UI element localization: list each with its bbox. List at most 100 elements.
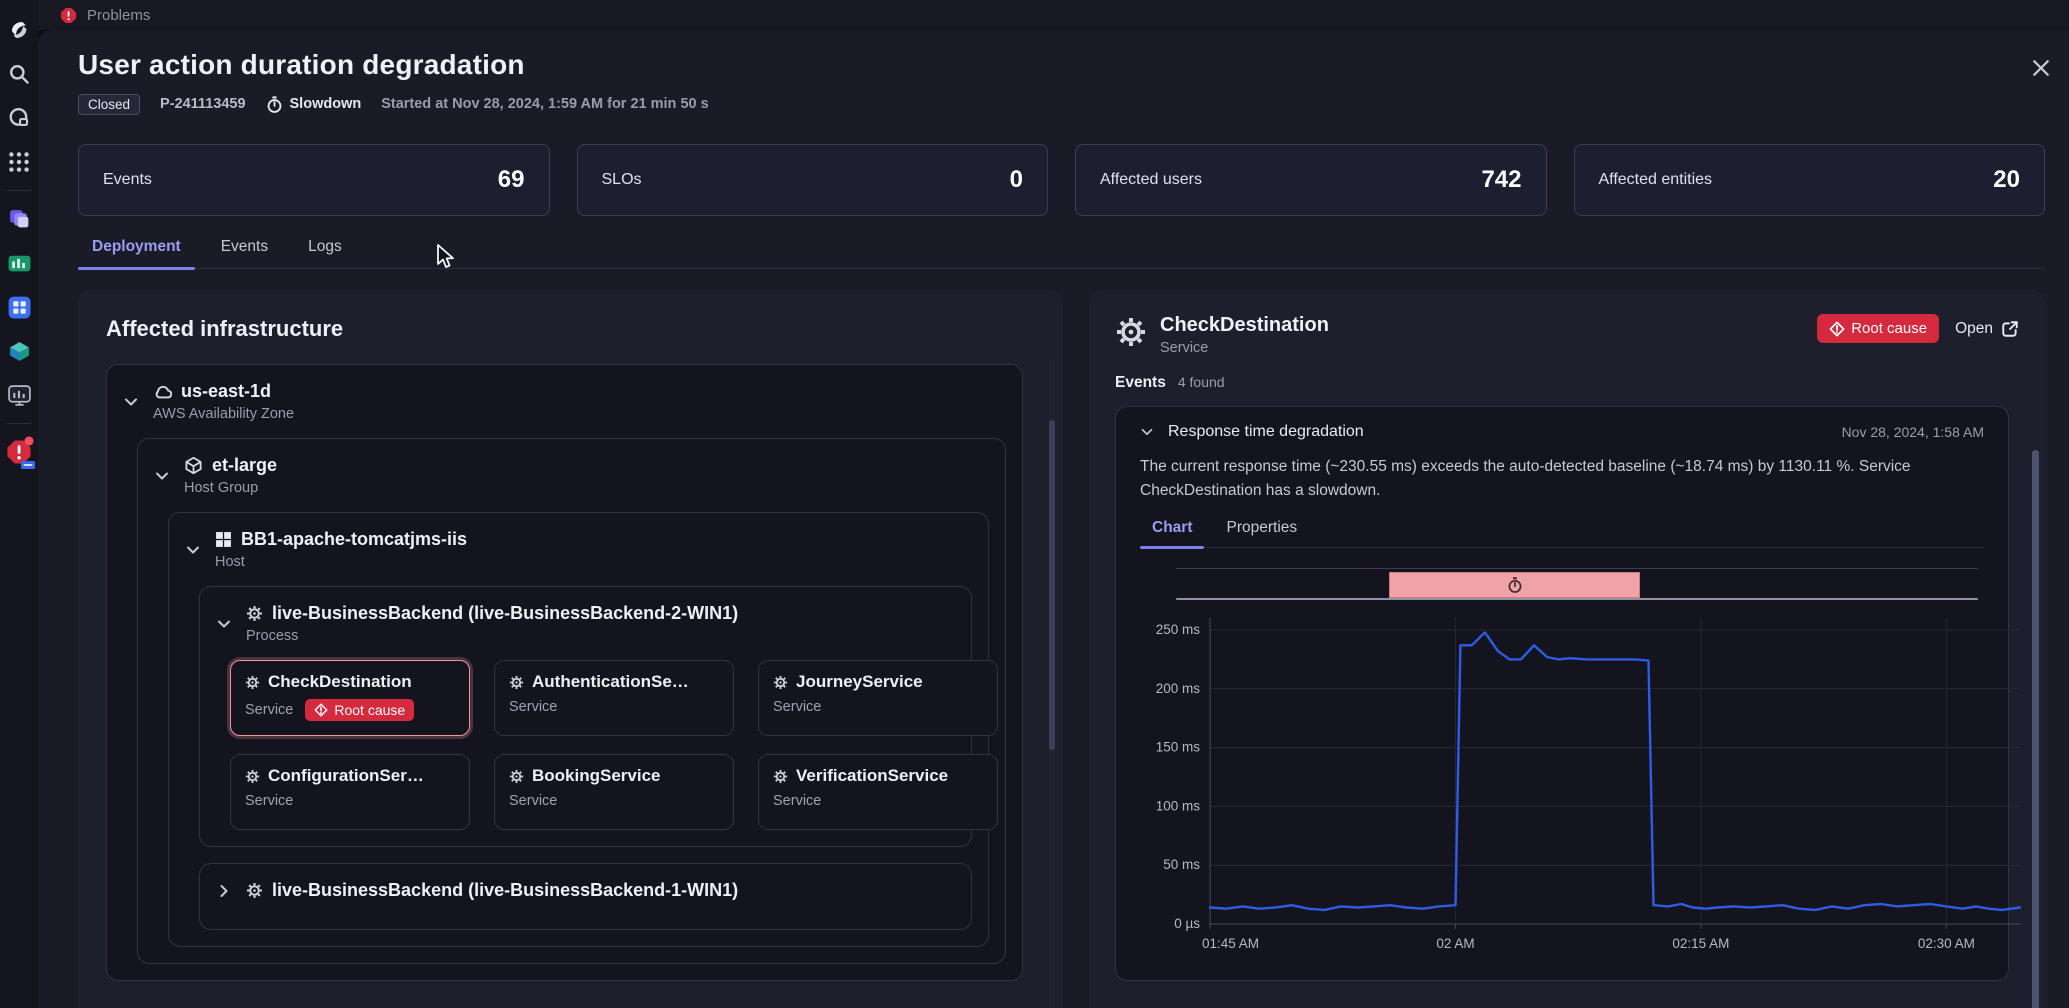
problem-duration-band[interactable] (1389, 572, 1640, 598)
service-gear-icon (773, 769, 788, 784)
service-gear-icon (245, 769, 260, 784)
service-type: Service (773, 699, 821, 715)
chevron-down-icon[interactable] (154, 468, 184, 484)
dynatrace-logo[interactable] (0, 8, 38, 52)
node-header-host-group[interactable]: et-large Host Group (154, 455, 989, 496)
stat-label: Affected users (1100, 171, 1202, 189)
diamond-exclamation-icon (1829, 321, 1845, 337)
service-type: Service (509, 793, 557, 809)
service-type: Service (245, 702, 293, 718)
status-badge: Closed (78, 94, 140, 115)
node-type: AWS Availability Zone (153, 406, 294, 422)
process-gear-icon (246, 882, 263, 899)
tab-logs[interactable]: Logs (294, 238, 356, 268)
stat-label: Affected entities (1599, 171, 1713, 189)
chevron-right-icon[interactable] (216, 883, 246, 899)
tab-properties[interactable]: Properties (1214, 519, 1309, 547)
open-entity-button[interactable]: Open (1955, 320, 2019, 338)
cube-icon (184, 456, 203, 475)
svg-text:100 ms: 100 ms (1156, 798, 1201, 813)
tab-deployment[interactable]: Deployment (78, 238, 195, 268)
stopwatch-icon (1507, 577, 1523, 593)
stat-value: 0 (1010, 166, 1023, 194)
infrastructure-app-icon[interactable] (0, 197, 38, 241)
service-name: CheckDestination (268, 672, 412, 692)
service-chip-verificationservice[interactable]: VerificationService Service (758, 754, 998, 830)
node-header-process-2[interactable]: live-BusinessBackend (live-BusinessBacke… (216, 880, 955, 901)
stat-value: 20 (1993, 166, 2020, 194)
service-gear-icon (773, 675, 788, 690)
apps-grid-icon[interactable] (0, 140, 38, 184)
service-gear-icon (1115, 316, 1147, 348)
chevron-down-icon[interactable] (123, 394, 153, 410)
node-name: live-BusinessBackend (live-BusinessBacke… (272, 880, 738, 901)
page-title: User action duration degradation (78, 48, 2045, 82)
tab-chart[interactable]: Chart (1140, 519, 1204, 547)
svg-text:0 µs: 0 µs (1174, 916, 1200, 931)
tree-node-process: live-BusinessBackend (live-BusinessBacke… (199, 586, 972, 847)
service-name: ConfigurationSer… (268, 766, 424, 786)
external-link-icon (2001, 320, 2019, 338)
scrollbar-thumb[interactable] (1049, 420, 1055, 750)
service-chip-checkdestination[interactable]: CheckDestination Service Roo (230, 660, 470, 736)
left-panel-scrollbar[interactable] (1049, 360, 1055, 1008)
root-cause-badge: Root cause (1817, 314, 1939, 343)
stat-card-affected-entities: Affected entities 20 (1574, 144, 2046, 216)
problems-app-icon[interactable] (0, 430, 38, 474)
service-chip-bookingservice[interactable]: BookingService Service (494, 754, 734, 830)
stat-card-events: Events 69 (78, 144, 550, 216)
dashboards-app-icon[interactable] (0, 285, 38, 329)
node-header-process[interactable]: live-BusinessBackend (live-BusinessBacke… (216, 603, 955, 644)
affected-infrastructure-panel: Affected infrastructure us- (78, 290, 1063, 1008)
service-type: Service (509, 699, 557, 715)
metrics-app-icon[interactable] (0, 241, 38, 285)
stat-card-affected-users: Affected users 742 (1075, 144, 1547, 216)
tab-problems-app[interactable]: Problems (38, 7, 150, 24)
timeline-overview[interactable] (1176, 568, 1978, 602)
cloud-icon (153, 382, 172, 401)
kubernetes-app-icon[interactable] (0, 329, 38, 373)
right-panel-scrollbar[interactable] (2032, 450, 2039, 1008)
node-name: us-east-1d (181, 381, 271, 402)
event-description: The current response time (~230.55 ms) e… (1140, 455, 1950, 503)
events-section-label: Events (1115, 374, 1166, 392)
problem-detail-view: User action duration degradation Closed … (38, 30, 2069, 1008)
close-icon[interactable] (2027, 54, 2055, 82)
process-gear-icon (246, 605, 263, 622)
events-count: 4 found (1178, 374, 1225, 390)
smartscape-icon[interactable] (0, 96, 38, 140)
tree-node-host: BB1-apache-tomcatjms-iis Host (168, 512, 989, 947)
sidebar-divider (7, 190, 31, 191)
chevron-down-icon[interactable] (185, 542, 215, 558)
stopwatch-icon (266, 96, 283, 113)
timeline-baseline (1176, 598, 1978, 600)
service-name: JourneyService (796, 672, 923, 692)
tab-events[interactable]: Events (207, 238, 282, 268)
node-header-az[interactable]: us-east-1d AWS Availability Zone (123, 381, 1006, 422)
problem-start-text: Started at Nov 28, 2024, 1:59 AM for 21 … (381, 96, 708, 112)
topbar-tab-label: Problems (87, 7, 150, 24)
service-chip-grid: CheckDestination Service Roo (230, 660, 955, 830)
svg-text:01:45 AM: 01:45 AM (1202, 936, 1259, 951)
problem-type: Slowdown (266, 96, 362, 113)
node-name: et-large (212, 455, 277, 476)
svg-text:150 ms: 150 ms (1156, 740, 1201, 755)
event-timestamp: Nov 28, 2024, 1:58 AM (1842, 424, 1984, 440)
chevron-down-icon[interactable] (1140, 425, 1154, 439)
tree-node-availability-zone: us-east-1d AWS Availability Zone (106, 364, 1023, 981)
service-gear-icon (245, 675, 260, 690)
problem-type-label: Slowdown (290, 96, 362, 112)
node-name: live-BusinessBackend (live-BusinessBacke… (272, 603, 738, 624)
service-gear-icon (509, 769, 524, 784)
svg-text:02 AM: 02 AM (1436, 936, 1474, 951)
stat-value: 742 (1481, 166, 1521, 194)
infrastructure-title: Affected infrastructure (106, 316, 1063, 342)
reports-app-icon[interactable] (0, 373, 38, 417)
problems-badge (21, 461, 35, 469)
node-header-host[interactable]: BB1-apache-tomcatjms-iis Host (185, 529, 972, 570)
search-icon[interactable] (0, 52, 38, 96)
service-chip-journeyservice[interactable]: JourneyService Service (758, 660, 998, 736)
service-chip-authenticationservice[interactable]: AuthenticationSe… Service (494, 660, 734, 736)
chevron-down-icon[interactable] (216, 616, 246, 632)
service-chip-configurationservice[interactable]: ConfigurationSer… Service (230, 754, 470, 830)
